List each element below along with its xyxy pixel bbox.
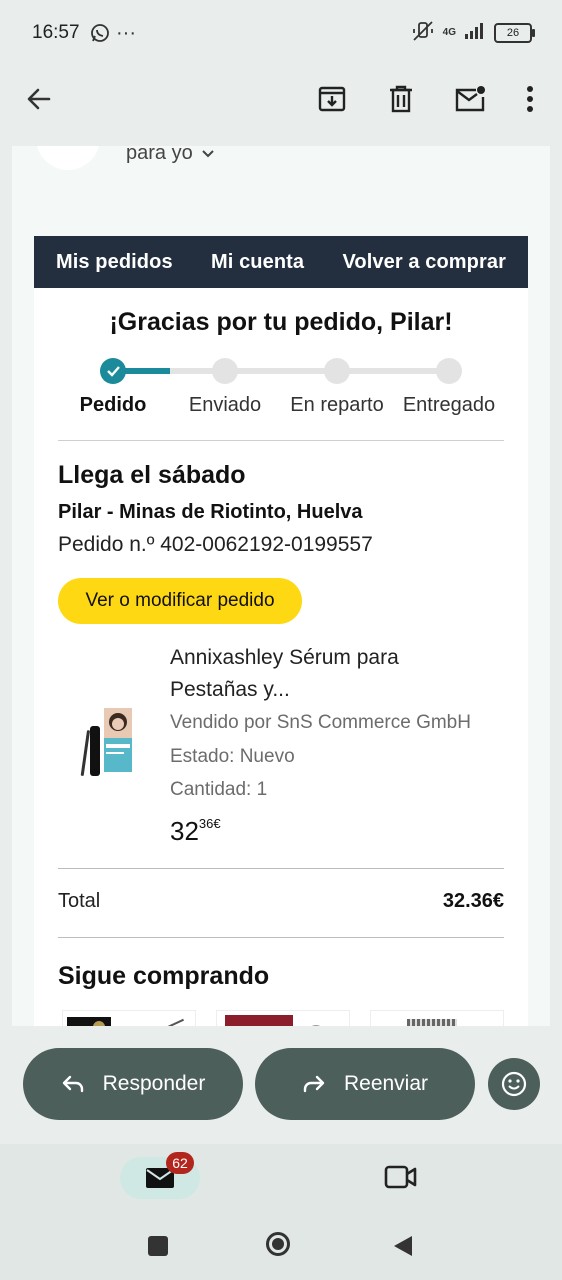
more-notifications-icon: ··· <box>116 22 136 44</box>
archive-icon <box>318 86 346 112</box>
recipient-row[interactable]: para yo <box>126 146 215 165</box>
divider <box>58 440 504 441</box>
triangle-back-icon <box>394 1236 412 1256</box>
reply-button[interactable]: Responder <box>23 1048 243 1120</box>
status-bar: 16:57 ··· 4G 26 <box>0 0 562 66</box>
arrival-heading: Llega el sábado <box>58 461 246 489</box>
reply-bar: Responder Reenviar <box>0 1026 562 1144</box>
meet-tab[interactable] <box>384 1164 418 1195</box>
email-content: para yo Mis pedidos Mi cuenta Volver a c… <box>12 146 550 1026</box>
page-title: ¡Gracias por tu pedido, Pilar! <box>109 308 453 336</box>
modify-order-button[interactable]: Ver o modificar pedido <box>58 578 302 624</box>
step-label-ordered: Pedido <box>79 394 147 416</box>
archive-button[interactable] <box>308 75 356 123</box>
order-progress: Pedido Enviado En reparto Entregado <box>34 352 528 432</box>
delete-button[interactable] <box>377 75 425 123</box>
forward-label: Reenviar <box>343 1072 429 1095</box>
mark-unread-button[interactable] <box>446 75 494 123</box>
total-label: Total <box>58 890 101 912</box>
shipping-address: Pilar - Minas de Riotinto, Huelva <box>58 501 363 523</box>
product-image[interactable] <box>76 702 136 780</box>
mail-unread-icon <box>455 86 485 112</box>
mute-icon <box>411 20 435 47</box>
whatsapp-icon <box>90 23 110 48</box>
arrow-left-icon <box>27 88 51 110</box>
network-type: 4G <box>442 27 456 38</box>
avatar <box>36 146 100 170</box>
status-icons: 4G 26 <box>411 20 535 47</box>
emoji-reaction-button[interactable] <box>488 1058 540 1110</box>
home-button[interactable] <box>266 1232 290 1256</box>
product-quantity: Cantidad: 1 <box>170 779 268 800</box>
step-label-delivered: Entregado <box>402 394 496 416</box>
store-nav: Mis pedidos Mi cuenta Volver a comprar <box>34 236 528 288</box>
product-price: 3236€ <box>170 816 221 847</box>
recipient-label: para yo <box>126 146 193 164</box>
nav-buy-again[interactable]: Volver a comprar <box>342 251 506 274</box>
back-button[interactable] <box>15 75 63 123</box>
recents-button[interactable] <box>148 1236 168 1256</box>
recommendation-item[interactable] <box>216 1010 350 1026</box>
product-title-line: Pestañas y... <box>170 678 290 701</box>
forward-icon <box>303 1075 325 1093</box>
keep-shopping-heading: Sigue comprando <box>58 962 270 990</box>
product-condition: Estado: Nuevo <box>170 746 295 767</box>
order-number: Pedido n.º 402-0062192-0199557 <box>58 533 373 556</box>
step-dot <box>436 358 462 384</box>
status-time: 16:57 <box>32 22 80 43</box>
forward-button[interactable]: Reenviar <box>255 1048 475 1120</box>
battery-icon: 26 <box>494 23 535 43</box>
signal-icon <box>464 22 486 45</box>
step-dot <box>324 358 350 384</box>
price-fraction: 36€ <box>198 816 221 831</box>
chevron-down-icon <box>202 149 214 157</box>
step-done-icon <box>100 358 126 384</box>
nav-my-account[interactable]: Mi cuenta <box>211 251 304 274</box>
bottom-navigation: 62 <box>0 1144 562 1214</box>
smiley-icon <box>501 1071 527 1097</box>
divider <box>58 937 504 938</box>
recommendation-item[interactable] <box>370 1010 504 1026</box>
more-vert-icon <box>527 86 533 112</box>
back-nav-button[interactable] <box>392 1234 414 1263</box>
step-label-shipped: Enviado <box>188 394 262 416</box>
system-navigation <box>0 1214 562 1280</box>
reply-icon <box>62 1075 83 1093</box>
email-toolbar <box>0 66 562 146</box>
product-seller: Vendido por SnS Commerce GmbH <box>170 712 471 733</box>
product-title[interactable]: Annixashley Sérum para Pestañas y... <box>170 642 399 706</box>
step-label-out-for-delivery: En reparto <box>290 394 384 416</box>
divider <box>58 868 504 869</box>
recommendation-item[interactable] <box>62 1010 196 1026</box>
order-card: ¡Gracias por tu pedido, Pilar! Pedido En… <box>34 288 528 1026</box>
total-value: 32.36€ <box>442 890 504 912</box>
product-title-line: Annixashley Sérum para <box>170 646 399 669</box>
unread-count-badge: 62 <box>166 1152 194 1174</box>
price-whole: 32 <box>170 816 199 846</box>
step-dot <box>212 358 238 384</box>
reply-label: Responder <box>102 1072 206 1095</box>
nav-my-orders[interactable]: Mis pedidos <box>56 251 173 274</box>
video-camera-icon <box>384 1165 417 1189</box>
more-options-button[interactable] <box>506 75 554 123</box>
trash-icon <box>390 85 412 113</box>
home-icon <box>272 1238 284 1250</box>
